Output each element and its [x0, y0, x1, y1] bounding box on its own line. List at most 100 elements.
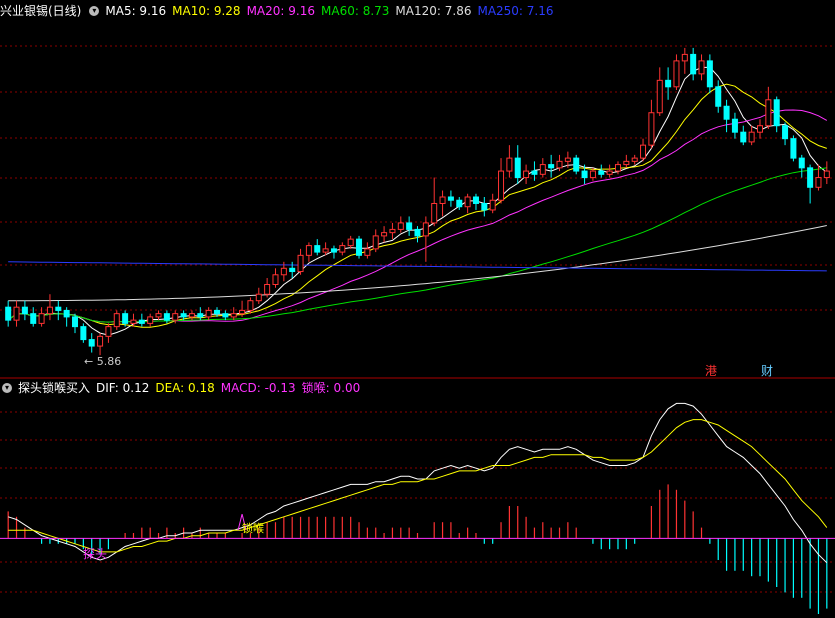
candle[interactable] — [656, 67, 663, 116]
stock-chart-canvas[interactable] — [0, 0, 835, 618]
candle[interactable] — [356, 235, 363, 259]
candle-body — [782, 125, 789, 140]
candle[interactable] — [138, 313, 145, 327]
candle[interactable] — [648, 99, 655, 149]
candle[interactable] — [681, 47, 688, 74]
candle[interactable] — [305, 242, 312, 262]
candle[interactable] — [205, 307, 212, 321]
candle-body — [214, 309, 221, 315]
candle[interactable] — [447, 190, 454, 207]
ma-legend-5: MA250: 7.16 — [477, 4, 554, 18]
candlestick-series[interactable] — [5, 47, 830, 356]
candle[interactable] — [573, 154, 580, 175]
candle[interactable] — [698, 54, 705, 81]
candle[interactable] — [88, 333, 95, 353]
candle[interactable] — [523, 164, 530, 185]
candle[interactable] — [188, 310, 195, 321]
candle-body — [539, 164, 546, 175]
candle[interactable] — [431, 177, 438, 227]
candle[interactable] — [330, 245, 337, 259]
candle[interactable] — [756, 119, 764, 139]
candle[interactable] — [46, 294, 53, 321]
candle[interactable] — [155, 310, 162, 321]
candle-body — [464, 196, 471, 208]
candle[interactable] — [740, 125, 747, 146]
candle[interactable] — [289, 261, 296, 279]
candle[interactable] — [364, 242, 371, 259]
candle[interactable] — [715, 80, 722, 113]
candle[interactable] — [731, 112, 738, 139]
finance-badge[interactable]: 财 — [758, 363, 776, 379]
candle[interactable] — [439, 190, 446, 217]
candle[interactable] — [456, 197, 463, 210]
candle[interactable] — [765, 86, 772, 129]
suohou-signal-label: 锁喉 — [242, 522, 264, 535]
candle[interactable] — [723, 99, 730, 133]
candle[interactable] — [381, 226, 388, 243]
indicator-title[interactable]: 探头锁喉买入 — [18, 381, 90, 395]
candle[interactable] — [464, 193, 471, 214]
candle[interactable] — [823, 161, 830, 185]
candle[interactable] — [807, 164, 814, 204]
candle[interactable] — [673, 54, 680, 91]
candle[interactable] — [80, 323, 87, 343]
candle[interactable] — [389, 222, 396, 240]
candle[interactable] — [38, 307, 45, 327]
candle[interactable] — [339, 242, 346, 256]
candle-body — [581, 170, 588, 179]
candle[interactable] — [105, 323, 112, 343]
candle[interactable] — [222, 310, 229, 321]
candle[interactable] — [347, 235, 354, 249]
candle[interactable] — [481, 197, 488, 217]
settings-icon[interactable]: ▾ — [89, 5, 100, 16]
candle[interactable] — [606, 164, 613, 178]
candle[interactable] — [230, 307, 237, 321]
candle[interactable] — [690, 47, 697, 81]
candle[interactable] — [665, 67, 672, 100]
candle-body — [431, 202, 438, 224]
stock-title[interactable]: 兴业银锡(日线) — [0, 4, 81, 18]
candle[interactable] — [97, 333, 104, 356]
candle[interactable] — [21, 300, 28, 321]
candle[interactable] — [498, 158, 505, 204]
candle[interactable] — [314, 239, 321, 256]
candle[interactable] — [631, 154, 638, 165]
candle[interactable] — [539, 158, 546, 178]
candle[interactable] — [297, 248, 304, 275]
candle[interactable] — [272, 268, 279, 288]
candle[interactable] — [406, 216, 413, 236]
candle[interactable] — [706, 54, 713, 94]
candle[interactable] — [598, 164, 605, 178]
candle[interactable] — [13, 300, 20, 327]
candle[interactable] — [773, 96, 780, 133]
candle[interactable] — [113, 310, 120, 330]
candle[interactable] — [397, 216, 404, 233]
candle[interactable] — [5, 300, 12, 327]
candle[interactable] — [472, 193, 479, 210]
candle[interactable] — [422, 216, 429, 262]
candle[interactable] — [414, 226, 421, 243]
candle-body — [197, 313, 204, 318]
candle[interactable] — [782, 122, 789, 146]
candle-body — [13, 306, 20, 321]
candle[interactable] — [372, 229, 379, 253]
candle-body — [498, 170, 505, 201]
candle[interactable] — [623, 154, 630, 168]
candle[interactable] — [489, 193, 496, 214]
candle-body — [364, 248, 371, 256]
candle-body — [180, 313, 187, 318]
candle[interactable] — [548, 154, 555, 178]
hk-connect-badge[interactable]: 港 — [702, 363, 720, 379]
candle[interactable] — [790, 135, 797, 162]
candle[interactable] — [147, 313, 154, 327]
candle[interactable] — [640, 138, 647, 162]
candle[interactable] — [255, 287, 262, 304]
candle[interactable] — [748, 125, 755, 146]
candle[interactable] — [71, 313, 79, 334]
candle[interactable] — [264, 278, 271, 298]
candle[interactable] — [55, 300, 62, 321]
indicator-settings-icon[interactable]: ▾ — [2, 382, 12, 393]
candle[interactable] — [506, 145, 513, 178]
candle[interactable] — [63, 307, 70, 327]
candle[interactable] — [798, 154, 805, 178]
